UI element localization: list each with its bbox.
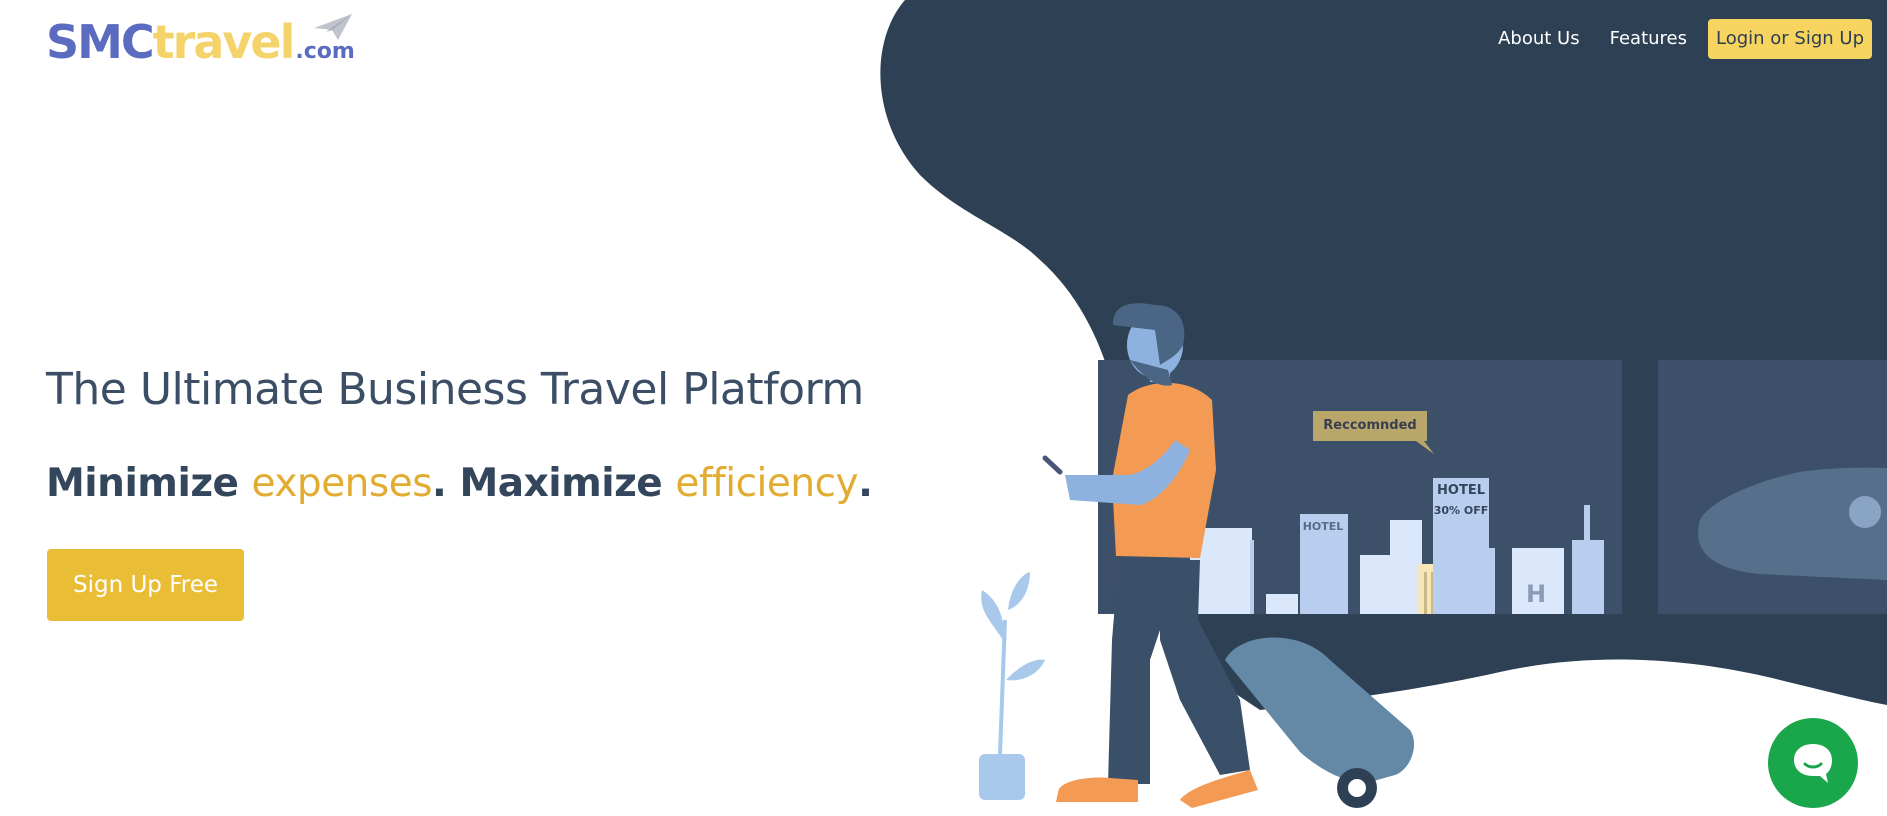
hero-title: The Ultimate Business Travel Platform (46, 364, 864, 415)
chat-bubble-icon (1794, 744, 1832, 783)
hotel-discount-label: 30% OFF (1433, 504, 1489, 517)
tagline-part-3: . (858, 461, 873, 506)
hero-tagline: Minimize expenses. Maximize efficiency. (46, 456, 873, 512)
site-logo[interactable]: SMC travel .com (46, 14, 355, 70)
hospital-h-sign: H (1525, 580, 1547, 608)
tagline-accent-efficiency: efficiency (675, 461, 859, 506)
potted-plant (979, 572, 1045, 800)
nav-features[interactable]: Features (1595, 19, 1702, 59)
logo-travel: travel (152, 15, 296, 69)
landing-page: Reccomnded HOTEL 30% OFF HOTEL H SMC tra… (0, 0, 1887, 816)
tagline-accent-expenses: expenses (251, 461, 433, 506)
paper-plane-icon (314, 14, 352, 40)
chat-widget-button[interactable] (1768, 718, 1858, 808)
hotel-sign-small: HOTEL (1302, 520, 1344, 533)
nav-about-us[interactable]: About Us (1483, 19, 1595, 59)
top-navigation: About Us Features Login or Sign Up (1483, 19, 1872, 59)
login-signup-button[interactable]: Login or Sign Up (1708, 19, 1872, 59)
recommended-tooltip: Reccomnded (1323, 418, 1417, 433)
hotel-sign-large: HOTEL (1437, 483, 1485, 498)
logo-smc: SMC (46, 15, 155, 69)
tagline-part-2: . Maximize (432, 461, 676, 506)
sign-up-free-button[interactable]: Sign Up Free (47, 549, 244, 621)
logo-tld: .com (295, 39, 355, 64)
tagline-part-1: Minimize (46, 461, 252, 506)
